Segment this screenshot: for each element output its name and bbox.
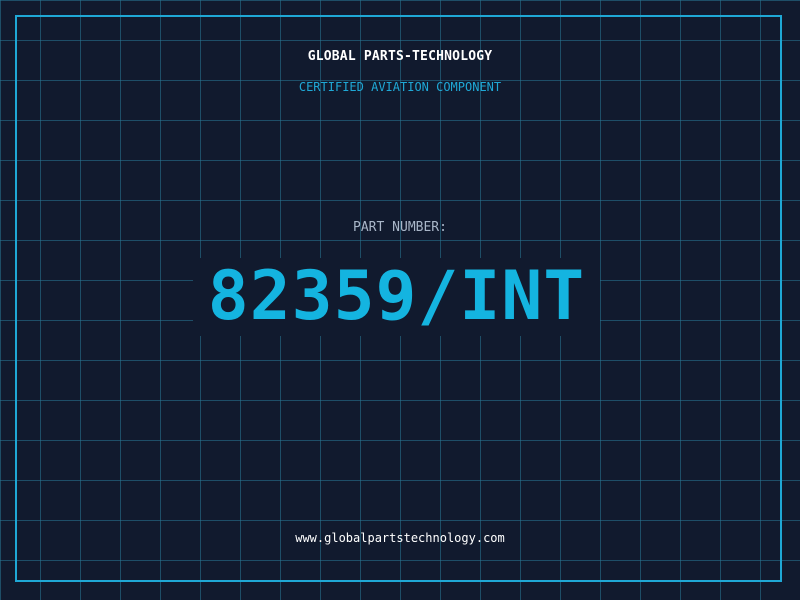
- part-number-label: PART NUMBER:: [353, 220, 447, 235]
- part-number-value: 82359/INT: [207, 257, 586, 336]
- part-label-canvas: GLOBAL PARTS-TECHNOLOGY CERTIFIED AVIATI…: [0, 0, 800, 600]
- brand-name: GLOBAL PARTS-TECHNOLOGY: [307, 49, 493, 64]
- brand-subtitle: CERTIFIED AVIATION COMPONENT: [298, 80, 502, 94]
- part-number-panel: 82359/INT: [193, 258, 600, 336]
- website-url: www.globalpartstechnology.com: [295, 531, 505, 545]
